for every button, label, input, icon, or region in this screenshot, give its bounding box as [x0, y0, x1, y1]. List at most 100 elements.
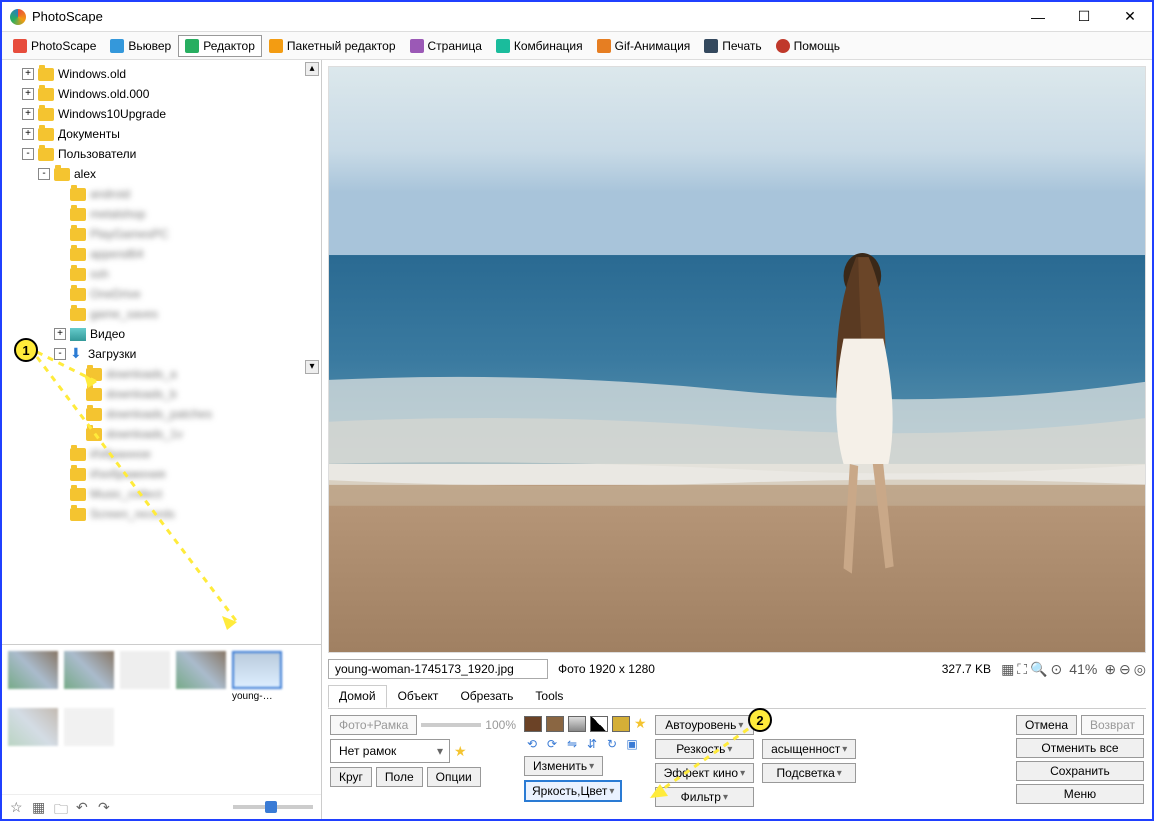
slideshow-icon[interactable]: ▦	[32, 799, 48, 815]
tree-toggle[interactable]: +	[22, 108, 34, 120]
browse-icon[interactable]: 🗀	[54, 799, 70, 815]
tree-node[interactable]: +Windows10Upgrade	[6, 104, 321, 124]
rotate-left-icon[interactable]: ⟲	[524, 736, 540, 752]
tree-node[interactable]: OneDrive	[6, 284, 321, 304]
filter-button[interactable]: Фильтр	[655, 787, 755, 807]
tab-combination[interactable]: Комбинация	[489, 35, 590, 57]
resize-button[interactable]: Изменить	[524, 756, 603, 776]
brightness-color-button[interactable]: Яркость,Цвет	[524, 780, 622, 802]
tab-viewer[interactable]: Вьювер	[103, 35, 178, 57]
tab-gif[interactable]: Gif-Анимация	[590, 35, 698, 57]
thumb-3[interactable]	[120, 651, 170, 689]
rotate-right-icon[interactable]: ⟳	[544, 736, 560, 752]
thumb-1[interactable]	[8, 651, 58, 689]
field-button[interactable]: Поле	[376, 767, 423, 787]
zoom-out-icon[interactable]: ⊖	[1119, 661, 1131, 678]
redo-icon[interactable]: ↷	[98, 799, 114, 815]
tree-node[interactable]: +Windows.old	[6, 64, 321, 84]
tree-node[interactable]: -alex	[6, 164, 321, 184]
film-effect-button[interactable]: Эффект кино	[655, 763, 755, 783]
edit-tab-home[interactable]: Домой	[328, 685, 387, 708]
tree-node[interactable]: downloads_1v	[6, 424, 321, 444]
tree-node[interactable]: ssh	[6, 264, 321, 284]
tree-node[interactable]: Изображения	[6, 464, 321, 484]
flip-h-icon[interactable]: ⇋	[564, 736, 580, 752]
zoom-in-icon[interactable]: ⊕	[1104, 661, 1116, 678]
save-button[interactable]: Сохранить	[1016, 761, 1144, 781]
highlight-button[interactable]: Подсветка	[762, 763, 856, 783]
edit-tab-crop[interactable]: Обрезать	[449, 685, 524, 708]
gray-swatch[interactable]	[568, 716, 586, 732]
tree-node[interactable]: downloads_b	[6, 384, 321, 404]
autolevel-button[interactable]: Автоуровень	[655, 715, 755, 735]
cancel-button[interactable]: Отмена	[1016, 715, 1077, 735]
bw-swatch[interactable]	[590, 716, 608, 732]
fullscreen-icon[interactable]: ◎	[1134, 661, 1146, 678]
tree-node[interactable]: Music_collect	[6, 484, 321, 504]
image-preview[interactable]	[328, 66, 1146, 653]
tree-node[interactable]: game_saves	[6, 304, 321, 324]
tree-toggle[interactable]: -	[38, 168, 50, 180]
tree-node[interactable]: -Пользователи	[6, 144, 321, 164]
tab-page[interactable]: Страница	[403, 35, 489, 57]
actual-size-icon[interactable]: 🔍	[1030, 661, 1047, 678]
sepia-swatch[interactable]	[524, 716, 542, 732]
minimize-button[interactable]: —	[1024, 7, 1052, 27]
undo-all-button[interactable]: Отменить все	[1016, 738, 1144, 758]
thumb-6[interactable]	[8, 708, 58, 746]
options-button[interactable]: Опции	[427, 767, 481, 787]
tree-node[interactable]: +Windows.old.000	[6, 84, 321, 104]
tab-print[interactable]: Печать	[697, 35, 768, 57]
gold-swatch[interactable]	[612, 716, 630, 732]
tree-scroll-up[interactable]: ▴	[305, 62, 319, 76]
zoom-fit-icon[interactable]: ⊙	[1051, 661, 1063, 678]
swatch-favorite-icon[interactable]: ★	[634, 715, 647, 732]
tree-node[interactable]: android	[6, 184, 321, 204]
tab-photoscape[interactable]: PhotoScape	[6, 35, 103, 57]
close-button[interactable]: ✕	[1116, 7, 1144, 27]
tree-node[interactable]: Screen_records	[6, 504, 321, 524]
thumb-size-slider[interactable]	[233, 805, 313, 809]
flip-v-icon[interactable]: ⇵	[584, 736, 600, 752]
tree-toggle[interactable]: +	[54, 328, 66, 340]
frame-slider[interactable]	[421, 723, 481, 727]
tree-node[interactable]: append64	[6, 244, 321, 264]
undo-icon[interactable]: ↶	[76, 799, 92, 815]
crop-free-icon[interactable]: ▣	[624, 736, 640, 752]
tree-node[interactable]: -Загрузки	[6, 344, 321, 364]
tree-node[interactable]: downloads_a	[6, 364, 321, 384]
thumb-7[interactable]	[64, 708, 114, 746]
tree-node[interactable]: Избранное	[6, 444, 321, 464]
tree-node[interactable]: downloads_patches	[6, 404, 321, 424]
photo-frame-button[interactable]: Фото+Рамка	[330, 715, 417, 735]
transparency-icon[interactable]: ▦	[1001, 661, 1014, 678]
tree-node[interactable]: PlayGamesPC	[6, 224, 321, 244]
favorite-icon[interactable]: ☆	[10, 799, 26, 815]
edit-tab-object[interactable]: Объект	[387, 685, 450, 708]
circle-button[interactable]: Круг	[330, 767, 372, 787]
tree-toggle[interactable]: -	[54, 348, 66, 360]
tree-node[interactable]: +Видео	[6, 324, 321, 344]
frame-favorite-icon[interactable]: ★	[454, 743, 467, 760]
saturation-button[interactable]: асыщенност	[762, 739, 856, 759]
tab-editor[interactable]: Редактор	[178, 35, 262, 57]
tab-help[interactable]: Помощь	[769, 35, 847, 57]
frame-select[interactable]: Нет рамок	[330, 739, 450, 763]
tree-node[interactable]: +Документы	[6, 124, 321, 144]
warm-swatch[interactable]	[546, 716, 564, 732]
folder-tree[interactable]: ▴ ▾ +Windows.old+Windows.old.000+Windows…	[2, 60, 321, 644]
edit-tab-tools[interactable]: Tools	[524, 685, 574, 708]
tree-toggle[interactable]: +	[22, 88, 34, 100]
tree-node[interactable]: metalshop	[6, 204, 321, 224]
tree-toggle[interactable]: -	[22, 148, 34, 160]
thumb-2[interactable]	[64, 651, 114, 689]
menu-button[interactable]: Меню	[1016, 784, 1144, 804]
tree-toggle[interactable]: +	[22, 128, 34, 140]
filename-field[interactable]: young-woman-1745173_1920.jpg	[328, 659, 548, 679]
thumb-selected[interactable]	[232, 651, 282, 689]
thumb-4[interactable]	[176, 651, 226, 689]
tree-toggle[interactable]: +	[22, 68, 34, 80]
fit-icon[interactable]: ⛶	[1017, 661, 1027, 678]
redo-button[interactable]: Возврат	[1081, 715, 1144, 735]
tab-batch[interactable]: Пакетный редактор	[262, 35, 403, 57]
